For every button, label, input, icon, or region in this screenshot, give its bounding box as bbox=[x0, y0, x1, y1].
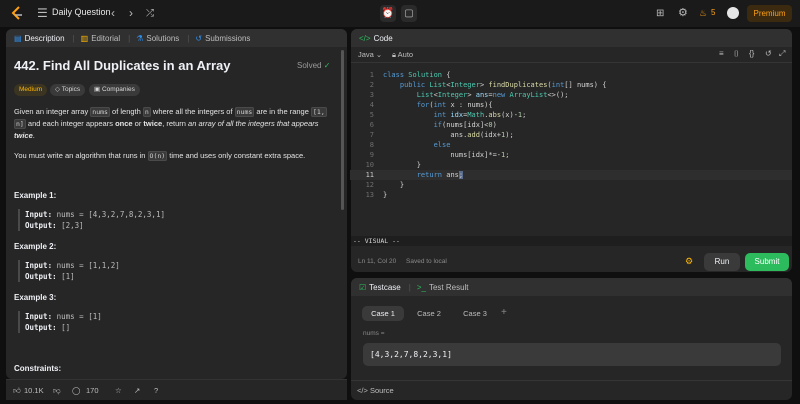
source-toggle[interactable]: </> Source bbox=[357, 386, 394, 395]
dislike-icon[interactable]: 👎︎ bbox=[53, 386, 61, 396]
description-tab-bar: ▤ Description | ▥ Editorial | ⚗ Solutions |… bbox=[6, 29, 347, 47]
help-icon[interactable]: ? bbox=[154, 386, 158, 395]
vim-status-line: -- VISUAL -- bbox=[351, 236, 792, 246]
like-count: 10.1K bbox=[24, 386, 44, 395]
problem-list-label[interactable]: Daily Question bbox=[52, 7, 111, 17]
tab-description[interactable]: ▤ Description bbox=[14, 34, 65, 43]
alarm-clock-icon: ⏰ bbox=[381, 8, 395, 19]
like-icon[interactable]: 👍︎ bbox=[13, 386, 21, 396]
settings-gear-icon[interactable]: ⚙ bbox=[678, 6, 688, 21]
save-status: Saved to local bbox=[406, 258, 447, 265]
reset-icon[interactable]: ↺ bbox=[765, 49, 772, 58]
tab-submissions[interactable]: ↺ Submissions bbox=[195, 34, 250, 43]
description-scrollbar[interactable] bbox=[341, 50, 344, 210]
notes-button[interactable]: ▢ bbox=[401, 5, 417, 22]
tab-test-result[interactable]: >_ Test Result bbox=[417, 283, 469, 292]
example-3-block: Input: nums = [1] Output: [] bbox=[18, 311, 102, 333]
flask-icon: ⚗ bbox=[136, 33, 144, 43]
language-select[interactable]: Java ⌄ bbox=[358, 50, 382, 59]
problem-statement: Given an integer array nums of length n … bbox=[14, 107, 327, 140]
case-tab-2[interactable]: Case 2 bbox=[408, 306, 450, 321]
check-circle-icon: ✓ bbox=[323, 61, 331, 70]
code-brackets-icon: </> bbox=[357, 386, 368, 395]
prev-problem-icon[interactable]: ‹ bbox=[111, 6, 115, 21]
example-1-title: Example 1: bbox=[14, 191, 57, 200]
problem-title: 442. Find All Duplicates in an Array bbox=[14, 58, 231, 73]
premium-button[interactable]: Premium bbox=[747, 5, 792, 22]
submit-button[interactable]: Submit bbox=[745, 253, 789, 271]
star-icon[interactable]: ☆ bbox=[115, 386, 122, 395]
shuffle-icon[interactable]: ⤮ bbox=[146, 6, 154, 21]
example-2-block: Input: nums = [1,1,2] Output: [1] bbox=[18, 260, 120, 282]
layout-grid-icon[interactable]: ⊞ bbox=[656, 6, 664, 21]
example-1-block: Input: nums = [4,3,2,7,8,2,3,1] Output: … bbox=[18, 209, 165, 231]
case-tab-3[interactable]: Case 3 bbox=[454, 306, 496, 321]
braces-icon[interactable]: {} bbox=[749, 49, 754, 58]
tab-solutions[interactable]: ⚗ Solutions bbox=[136, 34, 179, 43]
companies-chip[interactable]: ▣ Companies bbox=[89, 84, 140, 96]
checkbox-icon: ☑ bbox=[359, 282, 367, 292]
topics-chip[interactable]: ◇ Topics bbox=[50, 84, 86, 96]
complexity-requirement: You must write an algorithm that runs in… bbox=[14, 151, 306, 161]
streak-count[interactable]: 5 bbox=[711, 8, 715, 17]
code-tab[interactable]: </> Code bbox=[359, 34, 393, 43]
terminal-icon: >_ bbox=[416, 282, 426, 292]
history-icon: ↺ bbox=[195, 33, 203, 43]
constraints-title: Constraints: bbox=[14, 364, 62, 373]
source-footer: </> Source bbox=[351, 380, 792, 400]
debug-icon[interactable]: ⚙︎ bbox=[685, 256, 693, 267]
fire-streak-icon: ♨ bbox=[699, 8, 708, 18]
run-button[interactable]: Run bbox=[704, 253, 740, 271]
param-input[interactable]: [4,3,2,7,8,2,3,1] bbox=[363, 343, 781, 366]
code-toolbar: Java ⌄ 🔒︎ Auto ≡ ⌷ {} ↺ ⤢ bbox=[351, 47, 792, 63]
problem-list-icon[interactable]: ☰ bbox=[37, 6, 48, 21]
auto-mode-toggle[interactable]: 🔒︎ Auto bbox=[392, 50, 413, 60]
description-footer: 👍︎ 10.1K 👎︎ ◯ 170 ☆ ↗ ? bbox=[6, 379, 347, 400]
param-label: nums = bbox=[363, 330, 385, 337]
case-tab-1[interactable]: Case 1 bbox=[362, 306, 404, 321]
comment-count: 170 bbox=[86, 386, 99, 395]
book-icon: ▥ bbox=[80, 33, 89, 43]
example-2-title: Example 2: bbox=[14, 242, 57, 251]
testcase-tab-bar: ☑ Testcase | >_ Test Result bbox=[351, 278, 792, 296]
note-icon: ▢ bbox=[404, 8, 414, 19]
timer-button[interactable]: ⏰ bbox=[380, 5, 396, 22]
format-icon[interactable]: ≡ bbox=[719, 49, 724, 58]
tab-editorial[interactable]: ▥ Editorial bbox=[81, 34, 120, 43]
example-3-title: Example 3: bbox=[14, 293, 57, 302]
tag-icon: ◇ bbox=[55, 86, 60, 93]
solved-status: Solved ✓ bbox=[297, 61, 331, 70]
share-icon[interactable]: ↗ bbox=[134, 386, 140, 395]
top-nav-bar: ☰ Daily Question ‹ › ⤮ ⏰ ▢ ⊞ ⚙ ♨ 5 Premi… bbox=[0, 0, 800, 27]
leetcode-logo-icon[interactable] bbox=[10, 6, 24, 21]
difficulty-badge: Medium bbox=[14, 84, 48, 96]
next-problem-icon[interactable]: › bbox=[129, 6, 133, 21]
fullscreen-icon[interactable]: ⤢ bbox=[779, 49, 785, 59]
document-icon: ▤ bbox=[14, 33, 22, 43]
cursor-position: Ln 11, Col 20 bbox=[358, 258, 397, 265]
add-case-icon[interactable]: + bbox=[501, 307, 507, 318]
code-line-active: 11 return ans; bbox=[350, 170, 792, 180]
comment-icon[interactable]: ◯ bbox=[72, 386, 80, 395]
code-brackets-icon: </> bbox=[359, 33, 371, 43]
bookmark-icon[interactable]: ⌷ bbox=[734, 49, 739, 59]
code-panel-header: </> Code bbox=[351, 29, 792, 47]
user-avatar[interactable] bbox=[727, 7, 739, 19]
tab-testcase[interactable]: ☑ Testcase bbox=[359, 283, 401, 292]
lock-icon: ▣ bbox=[94, 86, 101, 93]
lock-icon: 🔒︎ bbox=[392, 50, 396, 59]
